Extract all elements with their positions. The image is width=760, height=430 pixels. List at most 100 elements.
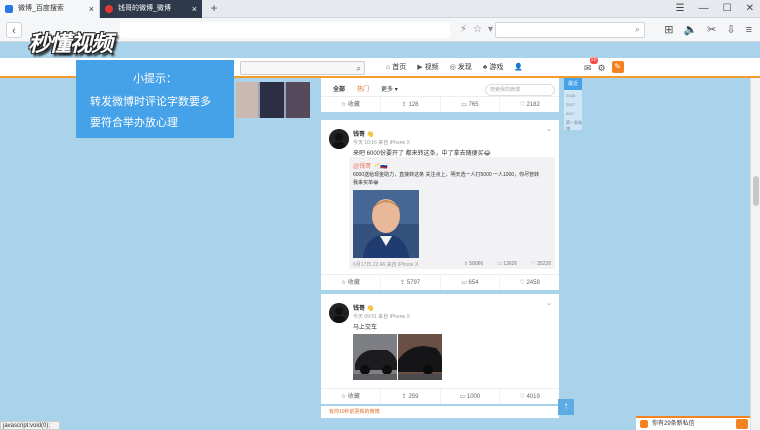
menu-icon[interactable]: ☰ [676,0,685,18]
tip-title: 小提示： [133,73,177,85]
close-window-icon[interactable]: ✕ [746,0,754,18]
repost-count[interactable]: ⇪ 58066 [464,261,483,267]
browser-tools: ⊞ 🔈 ✂ ⇩ ≡ [664,22,752,38]
feed-search-input[interactable]: 搜索我的微博 [485,84,555,96]
nav-label: 视频 [424,64,439,71]
timeline-nav: 最近 2018 2017 2017 第一条微博 [564,78,582,132]
like-button[interactable]: ♡ 2182 [500,97,559,112]
tab-hot[interactable]: 热门 [345,84,369,96]
private-message-bar[interactable]: 你有29条新私信 [636,416,750,430]
window-controls: ☰ — ☐ ✕ [676,0,754,18]
back-to-top-button[interactable]: ↑ [558,399,574,415]
weibo-search-input[interactable]: ⌕ [240,61,365,75]
maximize-icon[interactable]: ☐ [723,0,732,18]
status-bar: javascript:void(0); [0,421,60,430]
photo-thumbnails[interactable] [236,82,310,118]
scissors-icon[interactable]: ✂ [707,22,716,38]
tip-line-1: 转发微博时评论字数要多 [90,96,211,108]
like-button[interactable]: ♡ 4019 [500,389,559,404]
nav-game[interactable]: ♣ 游戏 [483,58,504,78]
tab-all[interactable]: 全部 [321,84,345,96]
search-icon[interactable]: ⌕ [357,62,361,75]
tab-weibo[interactable]: 钱哥的微博_微博 × [100,0,202,18]
browser-search-input[interactable]: ⌕ [495,22,645,38]
nav-profile[interactable]: 👤 [514,58,525,78]
timeline-item[interactable]: 第一条微博 [566,120,582,132]
browser-tabbar: 微博_百度搜索 × 钱哥的微博_微博 × + ☰ — ☐ ✕ [0,0,760,18]
watermark-logo: 秒懂视频 [28,31,113,56]
comment-button[interactable]: ▭ 654 [441,275,501,290]
avatar[interactable] [329,129,349,149]
repost-button[interactable]: ⇪ 5797 [381,275,441,290]
timeline-item[interactable]: 2017 [566,111,575,116]
avatar-silhouette-icon [329,129,349,149]
settings-gear-icon[interactable]: ⚙ [598,61,606,75]
lightning-icon[interactable]: ⚡ [460,22,467,38]
address-bar[interactable] [120,22,450,38]
timeline-title[interactable]: 最近 [564,78,582,90]
post-photo[interactable] [398,334,442,380]
video-icon: ▶ [417,64,423,71]
nav-discover[interactable]: ◎ 发现 [450,58,472,78]
menu-icon[interactable]: ≡ [746,22,752,38]
chat-open-button[interactable] [736,419,748,429]
thumbnail-image[interactable] [286,82,310,118]
download-icon[interactable]: ⇩ [726,22,735,38]
search-icon[interactable]: ⌕ [635,24,640,35]
nav-home[interactable]: ⌂ 首页 [386,58,406,78]
minimize-icon[interactable]: — [699,0,709,18]
timeline-item[interactable]: 2018 [566,93,575,98]
compose-icon[interactable]: ✎ [611,61,624,73]
page-scrollbar[interactable] [750,78,760,430]
nav-label: 游戏 [489,64,504,71]
favorite-button[interactable]: ☆ 收藏 [321,275,381,290]
favorite-button[interactable]: ☆ 收藏 [321,389,381,404]
thumbnail-image[interactable] [260,82,284,118]
tab-more[interactable]: 更多 ▾ [369,84,398,96]
original-poster-name[interactable]: @钱哥 🥂🇷🇺 [353,161,388,170]
favorite-button[interactable]: ☆ 收藏 [321,97,381,112]
new-posts-notice[interactable]: 有你10秒前更新的微博 [321,406,559,418]
original-post-meta: 6月17日 22:46 来自 iPhone X [353,262,419,268]
new-tab-button[interactable]: + [206,0,222,18]
game-icon: ♣ [482,64,488,71]
post-photo[interactable] [353,334,397,380]
post-meta: 今天 09:51 来自 iPhone X [353,314,410,320]
comment-button[interactable]: ▭ 1000 [441,389,501,404]
thumbnail-image[interactable] [236,82,258,118]
reposted-content: @钱哥 🥂🇷🇺 6000送给现金助力，直接转这条 关注点上，明天选一人打5000… [349,157,555,269]
scrollbar-thumb[interactable] [753,176,759,206]
post-meta: 今天 10:16 来自 iPhone X [353,140,410,146]
browser-toolbar: ‹ ⚡ ☆ ▾ ⌕ ⊞ 🔈 ✂ ⇩ ≡ [0,18,760,42]
comment-count[interactable]: ▭ 13626 [497,261,517,267]
weibo-post: 钱哥 👋 今天 09:51 来自 iPhone X ⌄ 马上交车 ☆ 收藏 ⇪ … [321,294,559,404]
close-tab-icon[interactable]: × [89,0,94,18]
like-button[interactable]: ♡ 2458 [500,275,559,290]
close-tab-icon[interactable]: × [192,0,197,18]
repost-button[interactable]: ⇪ 259 [381,389,441,404]
card-actions: ☆ 收藏 ⇪ 259 ▭ 1000 ♡ 4019 [321,388,559,404]
chevron-down-icon[interactable]: ▾ [488,22,493,38]
comment-button[interactable]: ▭ 765 [441,97,501,112]
chevron-down-icon[interactable]: ⌄ [546,299,552,307]
repost-button[interactable]: ⇪ 128 [381,97,441,112]
poster-name[interactable]: 钱哥 👋 [353,129,374,138]
chevron-down-icon[interactable]: ⌄ [546,125,552,133]
card-actions: ☆ 收藏 ⇪ 128 ▭ 765 ♡ 2182 [321,96,559,112]
post-photo[interactable] [353,190,419,258]
car-photo-image [398,334,442,380]
message-icon[interactable]: ✉ 20 [584,57,598,75]
star-icon[interactable]: ☆ [473,22,482,38]
speaker-icon[interactable]: 🔈 [683,22,697,38]
nav-video[interactable]: ▶ 视频 [417,58,438,78]
baidu-favicon-icon [5,5,13,13]
original-post-stats: ⇪ 58066 ▭ 13626 ♡ 35228 [464,261,551,267]
like-count[interactable]: ♡ 35228 [531,261,551,267]
tab-baidu-search[interactable]: 微博_百度搜索 × [0,0,100,18]
extension-icon[interactable]: ⊞ [664,22,673,38]
back-button[interactable]: ‹ [6,22,22,38]
avatar[interactable] [329,303,349,323]
nav-label: 首页 [392,64,407,71]
poster-name[interactable]: 钱哥 👋 [353,303,374,312]
timeline-item[interactable]: 2017 [566,102,575,107]
